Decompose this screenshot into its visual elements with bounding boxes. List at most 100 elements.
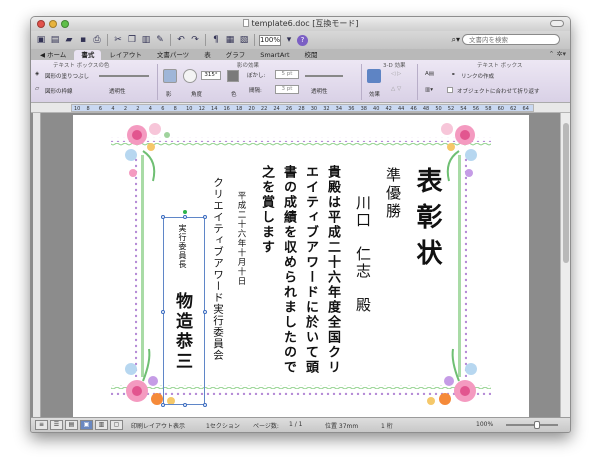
media-browser-icon[interactable]: ▧ bbox=[238, 34, 250, 46]
shadow-color-button[interactable] bbox=[227, 70, 239, 82]
3d-effect-button[interactable] bbox=[367, 69, 381, 83]
search-area: ⌕▾ bbox=[451, 34, 560, 45]
ruler-number: 12 bbox=[198, 106, 205, 112]
ruler-text-area: 10 8 6 4 2 2 4 6 8 10 12 14 16 18 20 22 24 26 28 30 32 34 36 38… bbox=[72, 105, 533, 112]
sidebar-icon[interactable]: ▦ bbox=[224, 34, 236, 46]
transparency-label: 透明性 bbox=[109, 89, 126, 95]
outline-view-icon[interactable]: ☰ bbox=[50, 420, 63, 430]
resize-handle[interactable] bbox=[161, 310, 165, 314]
notebook-view-icon[interactable]: ▥ bbox=[95, 420, 108, 430]
resize-handle[interactable] bbox=[203, 215, 207, 219]
toolbar-toggle-button[interactable] bbox=[550, 20, 564, 27]
ruler-number: 30 bbox=[310, 106, 318, 112]
tab-chart[interactable]: グラフ bbox=[219, 50, 253, 60]
resize-handle[interactable] bbox=[161, 403, 165, 407]
link-icon[interactable]: ⚭ bbox=[451, 72, 456, 78]
rotate-right-icon[interactable]: △ ▽ bbox=[391, 86, 401, 92]
paragraph-marks-icon[interactable]: ¶ bbox=[210, 34, 222, 46]
publishing-view-icon[interactable]: ▤ bbox=[65, 420, 78, 430]
tab-format[interactable]: 書式 bbox=[74, 50, 102, 60]
toolbar-divider bbox=[170, 34, 171, 46]
page-count: 1 / 1 bbox=[289, 421, 303, 428]
tab-home[interactable]: ◀ ホーム bbox=[33, 50, 73, 60]
shape-line-button[interactable]: 図形の枠線 bbox=[45, 87, 73, 95]
open-folder-icon[interactable]: ▰ bbox=[63, 34, 75, 46]
tab-table[interactable]: 表 bbox=[197, 50, 218, 60]
shadow-button[interactable] bbox=[163, 69, 177, 83]
tab-layout[interactable]: レイアウト bbox=[102, 50, 149, 60]
ruler-number: 52 bbox=[447, 106, 455, 112]
zoom-dropdown-icon[interactable]: ▾ bbox=[283, 34, 295, 46]
text-direction-icon[interactable]: A▤ bbox=[425, 71, 434, 77]
blur-field[interactable]: 5 pt bbox=[275, 70, 299, 79]
zoom-window-button[interactable] bbox=[61, 20, 69, 28]
format-painter-icon[interactable]: ✎ bbox=[154, 34, 166, 46]
undo-icon[interactable]: ↶ bbox=[175, 34, 187, 46]
tab-label: ホーム bbox=[47, 51, 67, 59]
distance-field[interactable]: 3 pt bbox=[275, 85, 299, 94]
redo-icon[interactable]: ↷ bbox=[189, 34, 201, 46]
ruler-number: 6 bbox=[98, 106, 103, 112]
ruler-track: 10 8 6 4 2 2 4 6 8 10 12 14 16 18 20 22 24 26 28 30 32 34 36 38… bbox=[71, 104, 534, 112]
rotate-handle[interactable] bbox=[183, 210, 187, 214]
fill-icon[interactable]: ◈ bbox=[35, 71, 39, 77]
section-info: 1セクション bbox=[206, 423, 240, 430]
certificate-title: 表彰状 bbox=[412, 167, 442, 275]
title-bar: template6.doc [互換モード] bbox=[31, 17, 570, 31]
ruler-number: 2 bbox=[136, 106, 140, 112]
rotate-left-icon[interactable]: ◁ ▷ bbox=[391, 71, 401, 77]
angle-field[interactable]: 315° bbox=[201, 71, 221, 80]
resize-handle[interactable] bbox=[161, 215, 165, 219]
scrollbar-thumb[interactable] bbox=[563, 123, 569, 263]
ribbon-collapse-icon[interactable]: ⌃ ✲▾ bbox=[549, 50, 566, 58]
zoom-field[interactable]: 100% bbox=[259, 34, 281, 46]
zoom-slider-knob[interactable] bbox=[534, 421, 540, 429]
document-search-input[interactable] bbox=[462, 34, 560, 45]
create-link-button[interactable]: リンクの作成 bbox=[461, 72, 494, 80]
vertical-scrollbar[interactable] bbox=[560, 113, 570, 419]
search-icon: ⌕▾ bbox=[451, 34, 461, 44]
cursor-position: 位置 37mm bbox=[325, 423, 359, 430]
angle-label: 角度 bbox=[191, 92, 203, 98]
effect-label: 効果 bbox=[369, 92, 381, 98]
resize-handle[interactable] bbox=[203, 310, 207, 314]
close-window-button[interactable] bbox=[37, 20, 45, 28]
print-layout-view-icon[interactable]: ▣ bbox=[80, 420, 93, 430]
shape-fill-button[interactable]: 図形の塗りつぶし bbox=[45, 72, 89, 80]
copy-icon[interactable]: ❐ bbox=[126, 34, 138, 46]
resize-handle[interactable] bbox=[203, 403, 207, 407]
cut-icon[interactable]: ✂ bbox=[112, 34, 124, 46]
tab-document-parts[interactable]: 文書パーツ bbox=[150, 50, 196, 60]
new-document-icon[interactable]: ▣ bbox=[35, 34, 47, 46]
print-icon[interactable]: ⎙ bbox=[91, 34, 103, 46]
line-icon[interactable]: ▱ bbox=[35, 86, 39, 92]
signer-text-box[interactable]: 実行委員長 物造恭三 bbox=[161, 210, 207, 407]
angle-dial[interactable] bbox=[183, 69, 197, 83]
document-page[interactable]: 表彰状 準優勝 川口 仁志 殿 貴殿は平成二十六年度全国クリ エイティブアワード… bbox=[73, 115, 529, 417]
flower-corner-bottom-right bbox=[427, 348, 477, 405]
save-icon[interactable]: ▪ bbox=[77, 34, 89, 46]
draft-view-icon[interactable]: ≡ bbox=[35, 420, 48, 430]
resize-handle[interactable] bbox=[183, 403, 187, 407]
align-icon[interactable]: ▥▾ bbox=[425, 87, 433, 93]
paste-icon[interactable]: ▥ bbox=[140, 34, 152, 46]
tab-review[interactable]: 校閲 bbox=[298, 50, 325, 60]
tab-smartart[interactable]: SmartArt bbox=[253, 50, 296, 60]
template-icon[interactable]: ▤ bbox=[49, 34, 61, 46]
transparency-slider[interactable] bbox=[99, 75, 149, 77]
shadow-transparency-slider[interactable] bbox=[305, 75, 343, 77]
app-window: template6.doc [互換モード] ▣ ▤ ▰ ▪ ⎙ ✂ ❐ ▥ ✎ … bbox=[30, 16, 571, 433]
help-icon[interactable]: ? bbox=[297, 34, 308, 46]
resize-handle[interactable] bbox=[183, 215, 187, 219]
ribbon-tab-bar: ◀ ホーム 書式 レイアウト 文書パーツ 表 グラフ SmartArt 校閲 ⌃ … bbox=[31, 49, 570, 60]
organizer-name: クリエイティブアワード実行委員会 bbox=[212, 177, 224, 361]
fit-checkbox[interactable] bbox=[447, 87, 453, 93]
horizontal-ruler[interactable]: 10 8 6 4 2 2 4 6 8 10 12 14 16 18 20 22 24 26 28 30 32 34 36 38… bbox=[31, 103, 570, 113]
ruler-number: 34 bbox=[335, 106, 343, 112]
vertical-ruler[interactable] bbox=[33, 113, 41, 419]
minimize-window-button[interactable] bbox=[49, 20, 57, 28]
focus-view-icon[interactable]: ▢ bbox=[110, 420, 123, 430]
zoom-slider[interactable] bbox=[506, 424, 558, 426]
ribbon-divider bbox=[417, 64, 418, 100]
ruler-number: 58 bbox=[485, 106, 492, 112]
